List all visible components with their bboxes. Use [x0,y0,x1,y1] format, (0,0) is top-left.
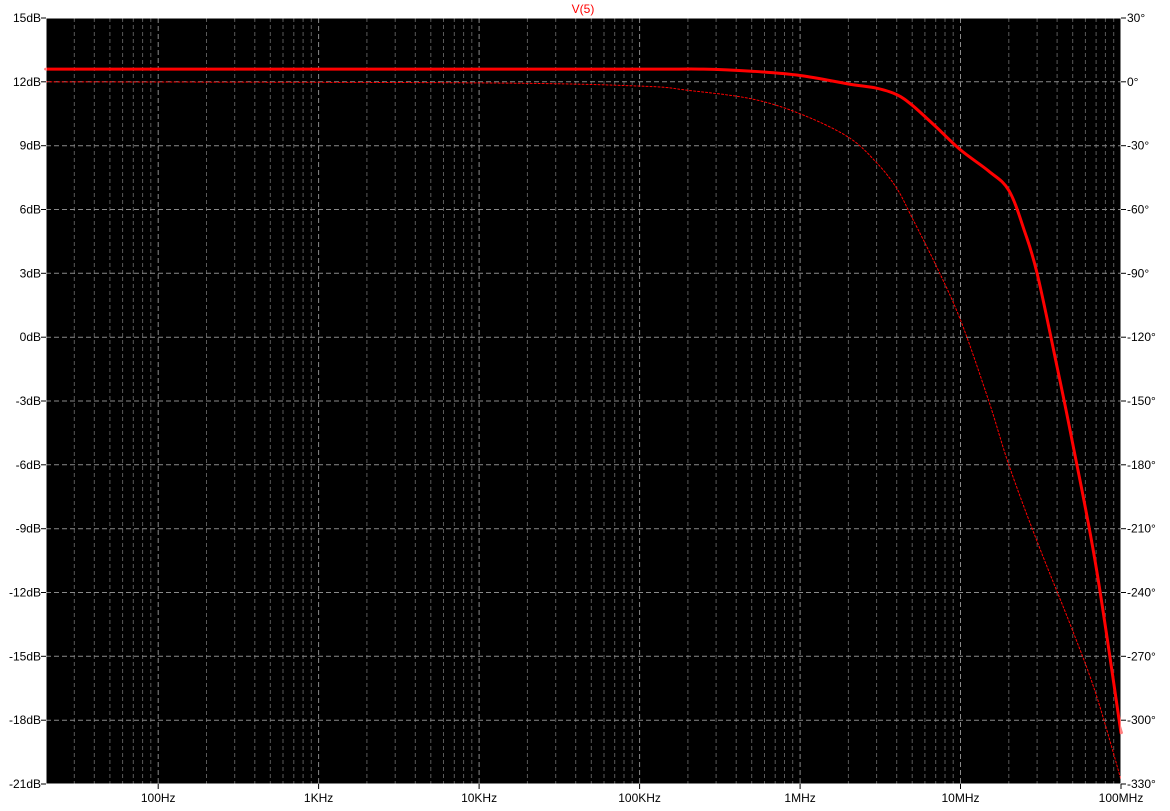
y2-tick-label: -30° [1127,139,1149,153]
y2-tick-label: -210° [1127,522,1156,536]
y-tick-label: -9dB [16,522,41,536]
chart-title: V(5) [572,2,595,16]
y-tick-label: 0dB [20,330,41,344]
y2-tick-label: -180° [1127,458,1156,472]
y2-tick-label: -150° [1127,394,1156,408]
x-tick-label: 10MHz [941,791,979,805]
y-tick-label: 15dB [13,11,41,25]
y-tick-label: -15dB [9,649,41,663]
y2-tick-label: -60° [1127,203,1149,217]
y-tick-label: 3dB [20,266,41,280]
y2-tick-label: -330° [1127,777,1156,791]
y2-tick-label: -270° [1127,649,1156,663]
y-tick-label: -6dB [16,458,41,472]
y-tick-label: -3dB [16,394,41,408]
y2-tick-label: 30° [1127,11,1145,25]
y-tick-label: -21dB [9,777,41,791]
y-tick-label: -18dB [9,713,41,727]
x-tick-label: 100MHz [1099,791,1144,805]
y2-tick-label: -90° [1127,266,1149,280]
y-tick-label: 6dB [20,203,41,217]
x-tick-label: 100KHz [618,791,661,805]
x-tick-label: 10KHz [461,791,497,805]
x-tick-label: 1MHz [784,791,815,805]
y-tick-label: -12dB [9,586,41,600]
bode-plot: 100Hz 1KHz 10KHz 100KHz 1MHz 10MHz 100MHz 15dB 1… [9,2,1156,805]
x-tick-label: 100Hz [141,791,176,805]
y2-tick-label: -240° [1127,586,1156,600]
y-tick-label: 9dB [20,139,41,153]
y2-tick-label: 0° [1127,75,1139,89]
y2-tick-label: -120° [1127,330,1156,344]
x-tick-label: 1KHz [304,791,333,805]
y2-tick-label: -300° [1127,713,1156,727]
y-tick-label: 12dB [13,75,41,89]
